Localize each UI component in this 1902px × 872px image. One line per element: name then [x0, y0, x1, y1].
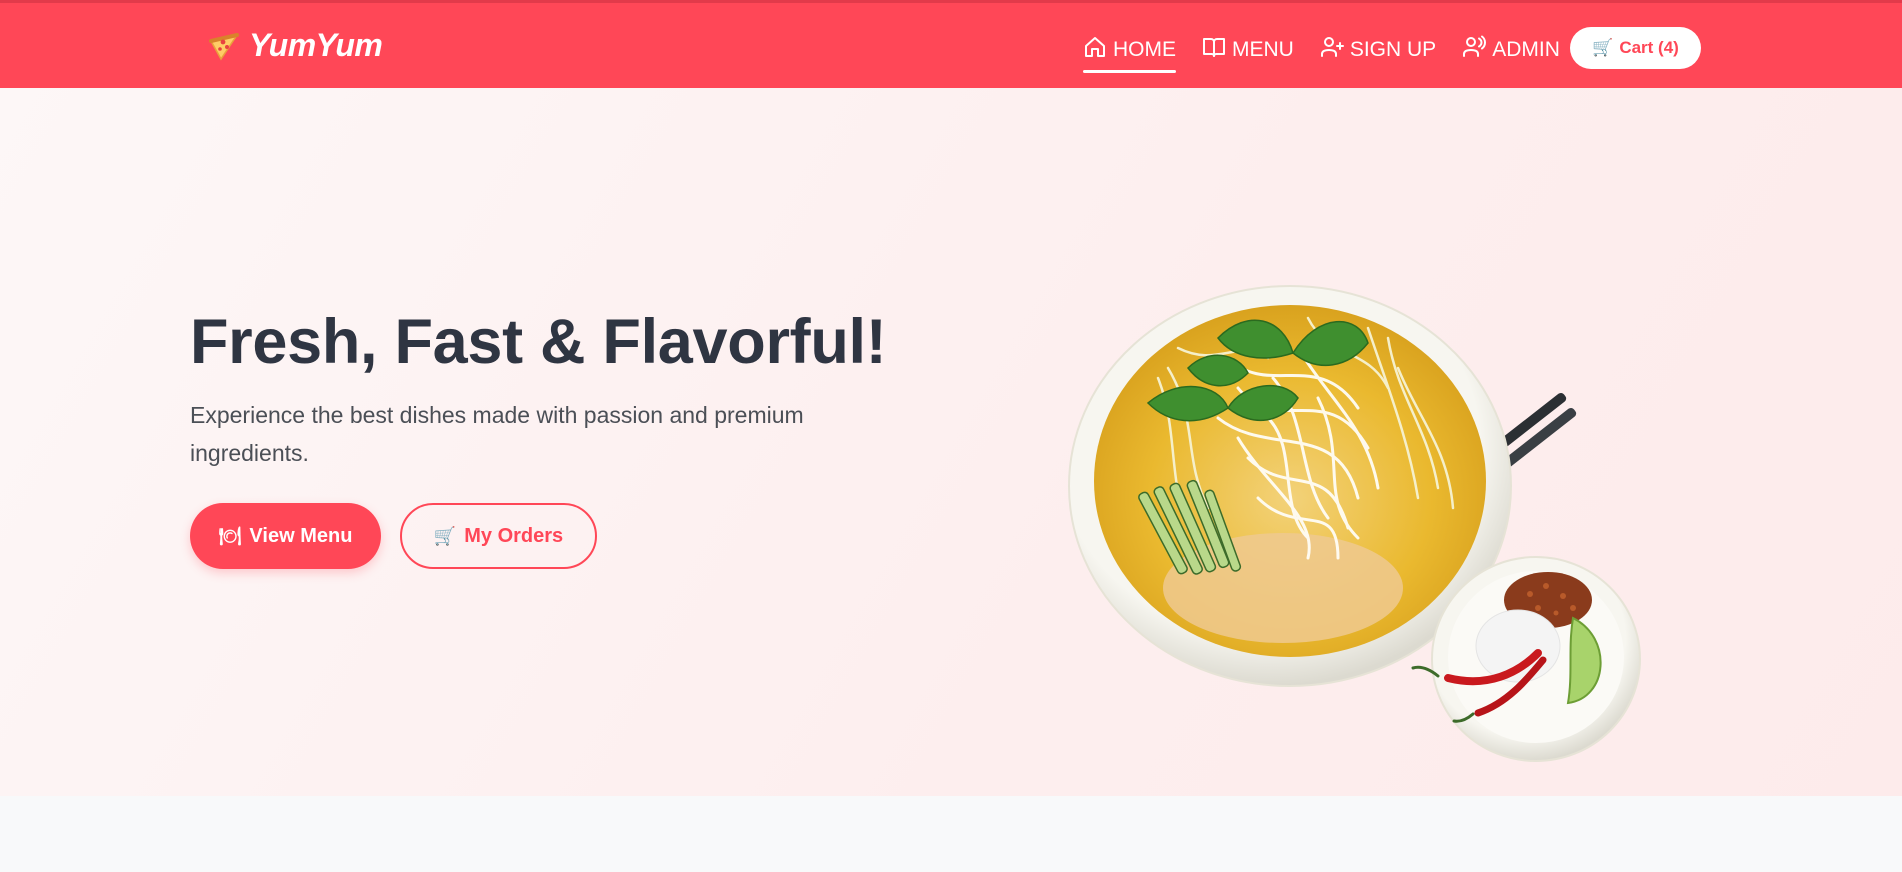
page-below-hero: [0, 796, 1902, 872]
nav-link-admin[interactable]: ADMIN: [1462, 31, 1560, 69]
nav-link-menu[interactable]: MENU: [1202, 31, 1294, 69]
nav-link-label: ADMIN: [1492, 38, 1560, 61]
nav-link-label: SIGN UP: [1349, 38, 1437, 61]
hero-food-image: [1068, 198, 1648, 778]
cart-icon: 🛒: [433, 525, 457, 546]
pizza-icon: [207, 29, 241, 63]
nav-link-home[interactable]: HOME: [1083, 31, 1176, 73]
home-icon: [1083, 35, 1107, 59]
brand-logo[interactable]: YumYum: [207, 27, 383, 64]
hero-section: Fresh, Fast & Flavorful! Experience the …: [0, 88, 1902, 796]
nav-link-signup[interactable]: SIGN UP: [1320, 31, 1436, 69]
view-menu-button[interactable]: 🍽 View Menu: [190, 503, 381, 569]
main-nav: HOME MENU SIGN UP ADMIN: [1083, 31, 1586, 73]
admin-user-icon: [1462, 35, 1487, 59]
my-orders-label: My Orders: [464, 524, 564, 547]
user-plus-icon: [1320, 35, 1344, 59]
cart-button[interactable]: 🛒 Cart (4): [1570, 27, 1701, 69]
my-orders-button[interactable]: 🛒 My Orders: [400, 503, 597, 569]
cart-icon: 🛒: [1592, 38, 1614, 57]
plate-icon: 🍽: [218, 525, 242, 546]
hero-title: Fresh, Fast & Flavorful!: [190, 307, 887, 377]
book-icon: [1202, 35, 1226, 59]
hero-subtitle: Experience the best dishes made with pas…: [190, 402, 804, 466]
navbar: YumYum HOME MENU SIGN UP ADMIN 🛒 Cart (4…: [0, 0, 1902, 88]
nav-link-label: MENU: [1232, 38, 1294, 61]
nav-link-label: HOME: [1113, 38, 1176, 61]
view-menu-label: View Menu: [249, 524, 353, 547]
cart-label: Cart (4): [1619, 38, 1679, 57]
brand-name: YumYum: [249, 27, 383, 63]
